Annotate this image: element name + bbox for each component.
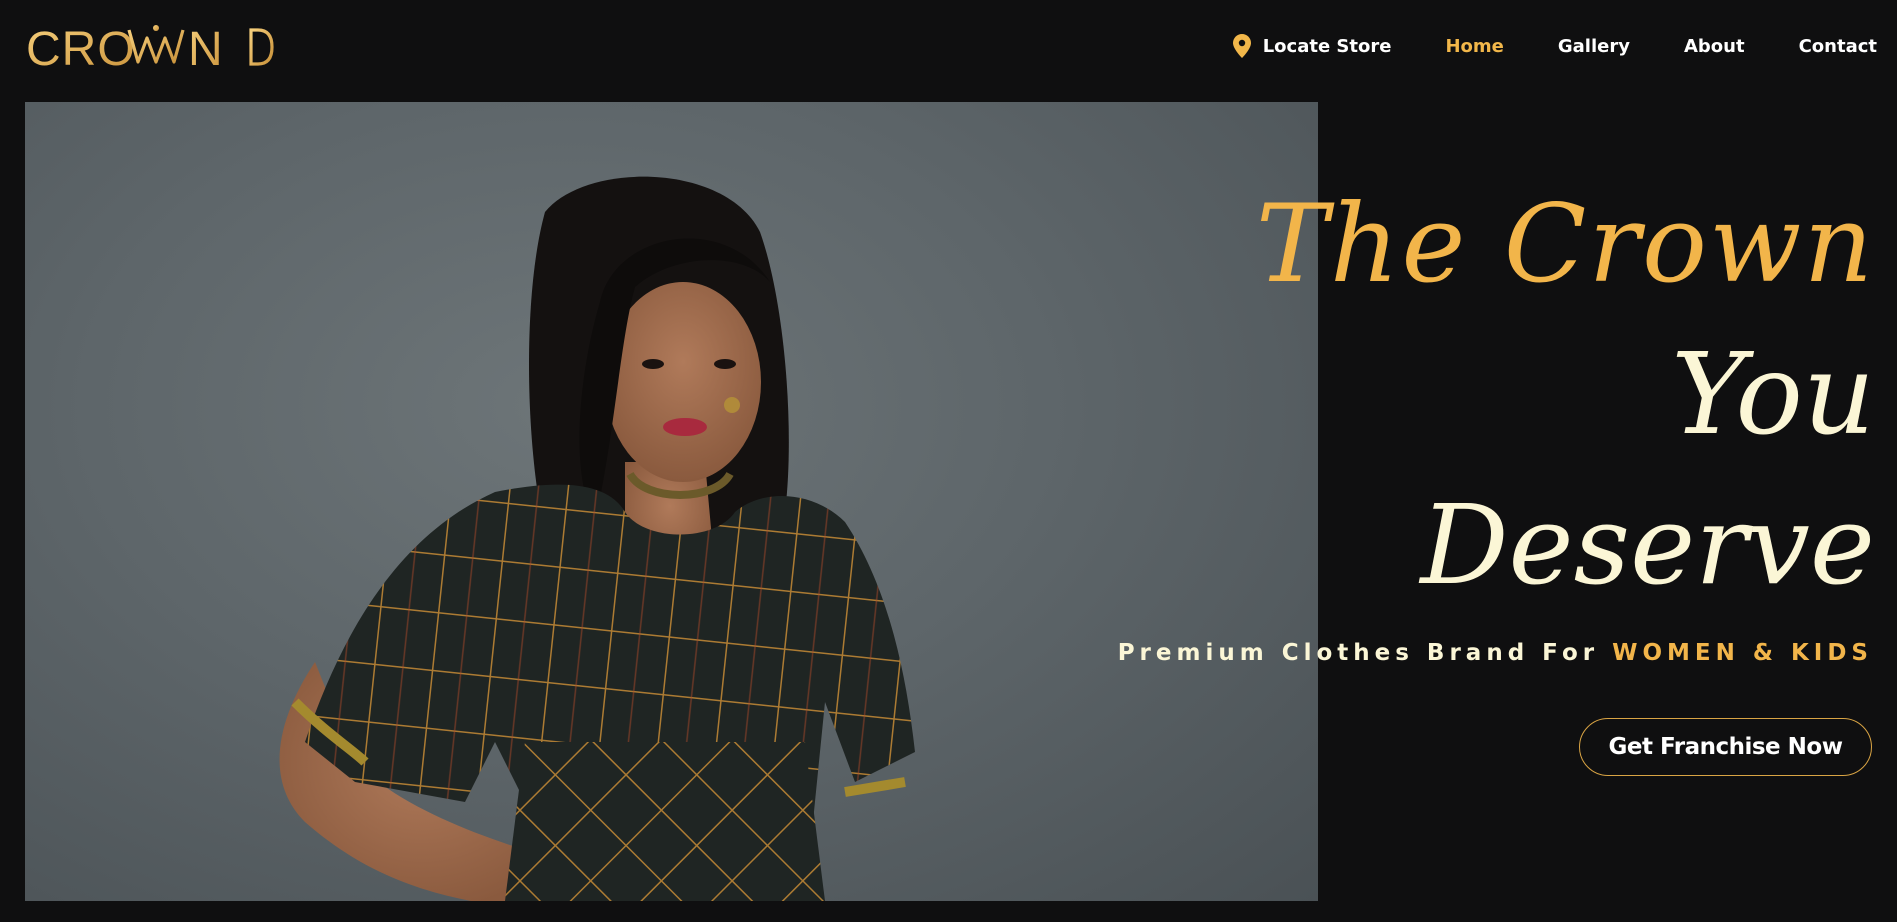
subtitle-main: Premium Clothes Brand For — [1117, 640, 1600, 666]
hero-subtitle: Premium Clothes Brand For WOMEN & KIDS — [1118, 640, 1873, 666]
headline-line-3: Deserve — [1420, 481, 1875, 609]
svg-text:CRO: CRO — [26, 23, 136, 72]
site-header: CRO N Locate Store Home Gallery About Co… — [0, 0, 1897, 100]
nav-contact[interactable]: Contact — [1799, 36, 1877, 57]
main-nav: Locate Store Home Gallery About Contact — [1232, 30, 1877, 62]
nav-home[interactable]: Home — [1445, 36, 1503, 57]
hero-headline: The Crown You Deserve — [1256, 170, 1875, 620]
svg-text:N: N — [188, 23, 223, 72]
nav-locate-store-label: Locate Store — [1262, 35, 1392, 57]
nav-gallery[interactable]: Gallery — [1558, 36, 1630, 57]
location-pin-icon — [1232, 34, 1251, 58]
logo-mark: CRO N — [26, 23, 274, 72]
crowned-logo[interactable]: CRO N — [26, 22, 274, 72]
headline-line-2: You — [1671, 330, 1875, 460]
hero-model-photo — [25, 102, 1318, 901]
model-illustration — [279, 176, 915, 901]
get-franchise-button[interactable]: Get Franchise Now — [1579, 718, 1872, 776]
nav-about[interactable]: About — [1684, 36, 1745, 57]
subtitle-highlight: WOMEN & KIDS — [1612, 640, 1873, 666]
headline-line-1: The Crown — [1255, 182, 1875, 307]
nav-locate-store[interactable]: Locate Store — [1232, 34, 1392, 58]
